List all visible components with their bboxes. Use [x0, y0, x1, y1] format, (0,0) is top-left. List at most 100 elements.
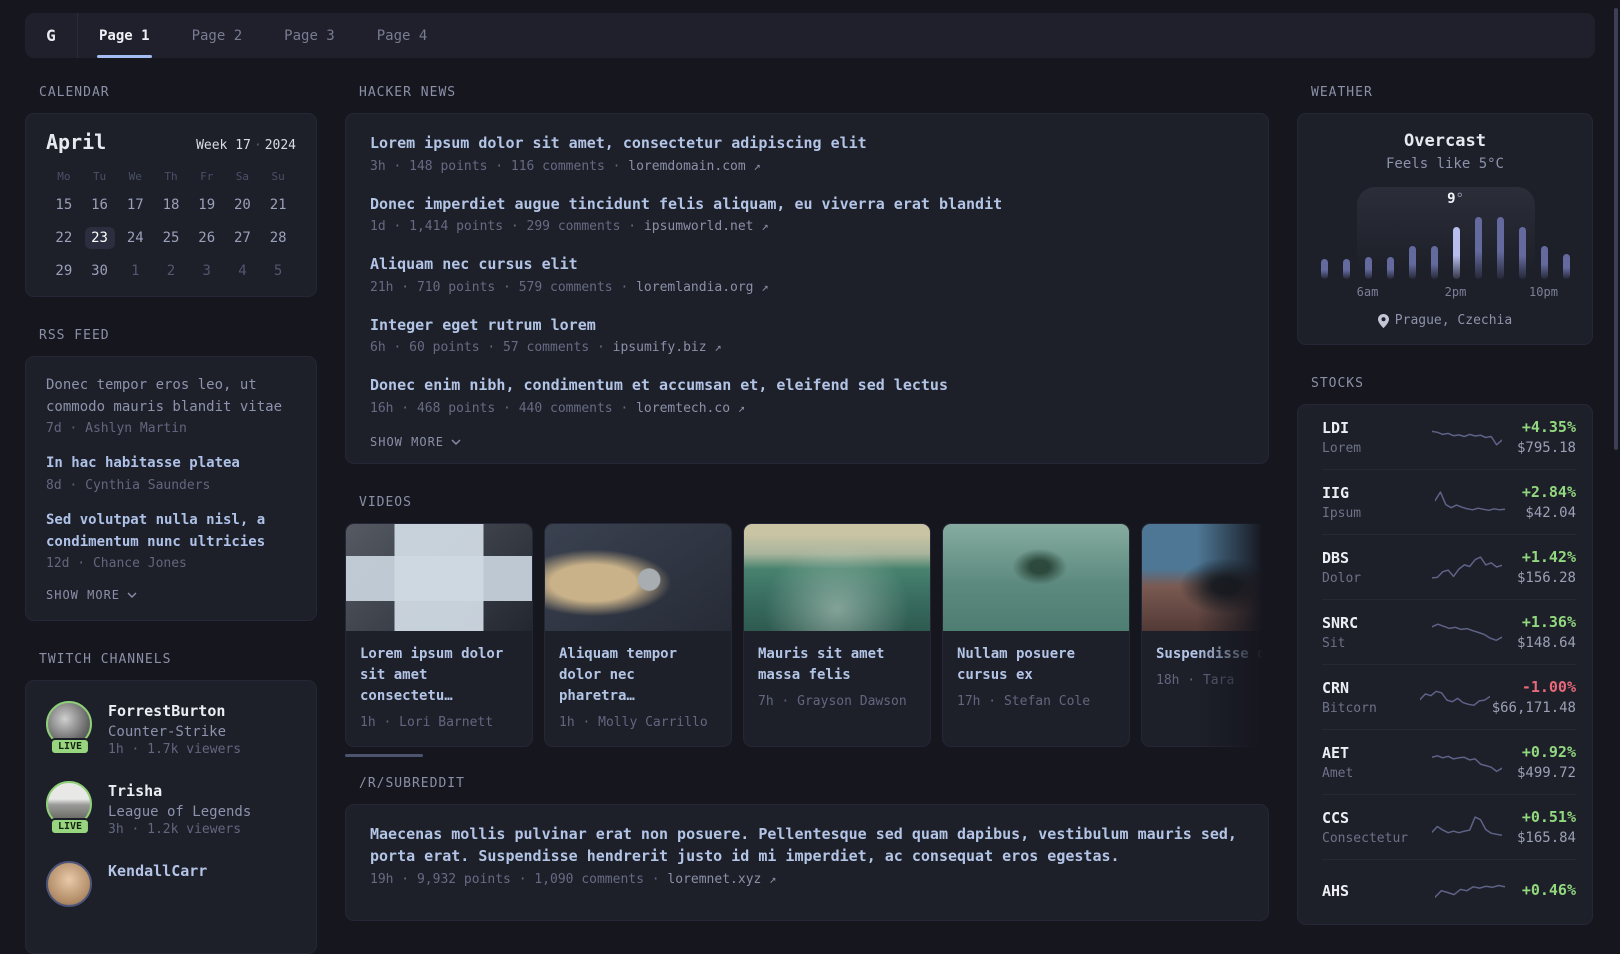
video-card[interactable]: Suspendisse diam 18h · Tara — [1141, 522, 1269, 747]
video-card[interactable]: Lorem ipsum dolor sit amet consectetu… 1… — [345, 522, 533, 747]
channel-name[interactable]: ForrestBurton — [108, 701, 241, 721]
reddit-post: Maecenas mollis pulvinar erat non posuer… — [370, 823, 1244, 887]
video-thumbnail[interactable] — [1142, 523, 1269, 631]
hn-story: Donec enim nibh, condimentum et accumsan… — [370, 374, 1244, 416]
external-link-icon: ↗ — [769, 871, 777, 886]
stock-row[interactable]: AHS +0.46% — [1322, 859, 1576, 924]
tab-page-1[interactable]: Page 1 — [85, 13, 164, 58]
reddit-post-title[interactable]: Maecenas mollis pulvinar erat non posuer… — [370, 823, 1244, 868]
stock-row[interactable]: CCS Consectetur +0.51% $165.84 — [1322, 794, 1576, 859]
video-card[interactable]: Mauris sit amet massa felis 7h · Grayson… — [743, 522, 931, 747]
weather-bar — [1408, 246, 1416, 279]
stock-change: +2.84% — [1521, 483, 1576, 501]
weather-bar — [1430, 246, 1438, 279]
video-title[interactable]: Nullam posuere cursus ex — [957, 644, 1115, 686]
calendar-month: April — [46, 130, 107, 154]
stocks-widget: LDI Lorem +4.35% $795.18 IIG Ipsum +2.84% $4… — [1297, 404, 1593, 925]
rss-show-more-button[interactable]: SHOW MORE — [46, 588, 296, 602]
hn-story-domain[interactable]: ipsumify.biz — [613, 340, 707, 355]
page-scrollbar-thumb[interactable] — [1614, 8, 1618, 450]
reddit-post-domain[interactable]: loremnet.xyz — [667, 872, 761, 887]
hn-story-title[interactable]: Donec imperdiet augue tincidunt felis al… — [370, 193, 1244, 216]
video-meta: 18h · Tara — [1156, 672, 1235, 688]
hn-story-domain[interactable]: ipsumworld.net — [644, 219, 754, 234]
hn-story-meta: 6h · 60 points · 57 comments · ipsumify.… — [370, 340, 722, 355]
stock-row[interactable]: DBS Dolor +1.42% $156.28 — [1322, 534, 1576, 599]
stock-row[interactable]: SNRC Sit +1.36% $148.64 — [1322, 599, 1576, 664]
external-link-icon: ↗ — [761, 279, 769, 294]
video-meta: 7h · Grayson Dawson — [758, 693, 907, 709]
hn-story-domain[interactable]: loremtech.co — [636, 401, 730, 416]
hn-story-title[interactable]: Aliquam nec cursus elit — [370, 253, 1244, 276]
hn-story-domain[interactable]: loremdomain.com — [628, 159, 745, 174]
stock-name: Bitcorn — [1322, 701, 1377, 716]
video-thumbnail[interactable] — [744, 523, 930, 631]
hn-show-more-button[interactable]: SHOW MORE — [370, 435, 1244, 449]
video-title[interactable]: Suspendisse diam — [1156, 644, 1269, 665]
calendar-day: 19 — [198, 197, 216, 213]
calendar-day: 21 — [269, 197, 287, 213]
hn-story-domain[interactable]: loremlandia.org — [636, 280, 753, 295]
stock-symbol: SNRC — [1322, 614, 1359, 632]
tab-page-3[interactable]: Page 3 — [270, 13, 349, 58]
stock-row[interactable]: LDI Lorem +4.35% $795.18 — [1322, 405, 1576, 469]
channel-avatar — [46, 861, 94, 909]
external-link-icon: ↗ — [753, 158, 761, 173]
app-logo: G — [25, 13, 78, 58]
rss-item: Sed volutpat nulla nisl, a condimentum n… — [46, 510, 296, 571]
stock-symbol: CRN — [1322, 679, 1350, 697]
video-title[interactable]: Mauris sit amet massa felis — [758, 644, 916, 686]
stock-row[interactable]: AET Amet +0.92% $499.72 — [1322, 729, 1576, 794]
channel-name[interactable]: KendallCarr — [108, 861, 207, 881]
twitch-channel-row[interactable]: LIVE Trisha League of Legends 3h · 1.2k … — [46, 781, 296, 837]
stock-name: Amet — [1322, 766, 1354, 781]
channel-name[interactable]: Trisha — [108, 781, 251, 801]
weather-bar — [1518, 227, 1526, 279]
stocks-section-label: STOCKS — [1311, 376, 1364, 391]
hn-story-title[interactable]: Integer eget rutrum lorem — [370, 314, 1244, 337]
videos-carousel: Lorem ipsum dolor sit amet consectetu… 1… — [345, 522, 1269, 747]
hn-story: Aliquam nec cursus elit 21h · 710 points… — [370, 253, 1244, 295]
stock-name: Dolor — [1322, 571, 1362, 586]
calendar-week-year: Week 17 · 2024 — [196, 138, 296, 153]
stock-price: $499.72 — [1516, 765, 1576, 781]
hn-story-title[interactable]: Lorem ipsum dolor sit amet, consectetur … — [370, 132, 1244, 155]
stock-name: Sit — [1322, 636, 1346, 651]
video-thumbnail[interactable] — [943, 523, 1129, 631]
video-card[interactable]: Nullam posuere cursus ex 17h · Stefan Co… — [942, 522, 1130, 747]
weather-bar-current — [1452, 227, 1460, 279]
video-thumbnail[interactable] — [545, 523, 731, 631]
stock-sparkline — [1432, 816, 1503, 837]
rss-item-title[interactable]: Sed volutpat nulla nisl, a condimentum n… — [46, 510, 296, 553]
twitch-channel-row[interactable]: KendallCarr — [46, 861, 296, 909]
video-title[interactable]: Aliquam tempor dolor nec pharetra… — [559, 644, 717, 707]
dashboard-page: G Page 1 Page 2 Page 3 Page 4 CALENDAR A… — [0, 0, 1620, 954]
hn-story-meta: 1d · 1,414 points · 299 comments · ipsum… — [370, 219, 769, 234]
hour-label: 10pm — [1529, 285, 1558, 299]
twitch-channel-row[interactable]: LIVE ForrestBurton Counter-Strike 1h · 1… — [46, 701, 296, 757]
calendar-day: 22 — [55, 230, 73, 246]
carousel-scrollbar-thumb[interactable] — [345, 753, 423, 757]
external-link-icon: ↗ — [761, 219, 769, 233]
stock-symbol: IIG — [1322, 484, 1350, 502]
stock-row[interactable]: IIG Ipsum +2.84% $42.04 — [1322, 469, 1576, 534]
tab-page-4[interactable]: Page 4 — [363, 13, 442, 58]
stock-row[interactable]: CRN Bitcorn -1.00% $66,171.48 — [1322, 664, 1576, 729]
rss-item-title[interactable]: In hac habitasse platea — [46, 453, 296, 475]
channel-game[interactable]: League of Legends — [108, 804, 251, 820]
rss-item: In hac habitasse platea 8d · Cynthia Sau… — [46, 453, 296, 493]
video-thumbnail[interactable] — [346, 523, 532, 631]
calendar-day-next-month: 2 — [166, 263, 176, 279]
video-title[interactable]: Lorem ipsum dolor sit amet consectetu… — [360, 644, 518, 707]
videos-section-label: VIDEOS — [359, 494, 412, 510]
weather-bar — [1342, 259, 1350, 279]
stock-sparkline — [1434, 491, 1505, 512]
channel-game[interactable]: Counter-Strike — [108, 724, 241, 740]
rss-item-title[interactable]: Donec tempor eros leo, ut commodo mauris… — [46, 375, 296, 418]
hn-story-title[interactable]: Donec enim nibh, condimentum et accumsan… — [370, 374, 1244, 397]
video-card[interactable]: Aliquam tempor dolor nec pharetra… 1h · … — [544, 522, 732, 747]
hn-story: Lorem ipsum dolor sit amet, consectetur … — [370, 132, 1244, 174]
calendar-day: 25 — [162, 230, 180, 246]
hn-story: Donec imperdiet augue tincidunt felis al… — [370, 193, 1244, 235]
tab-page-2[interactable]: Page 2 — [178, 13, 257, 58]
